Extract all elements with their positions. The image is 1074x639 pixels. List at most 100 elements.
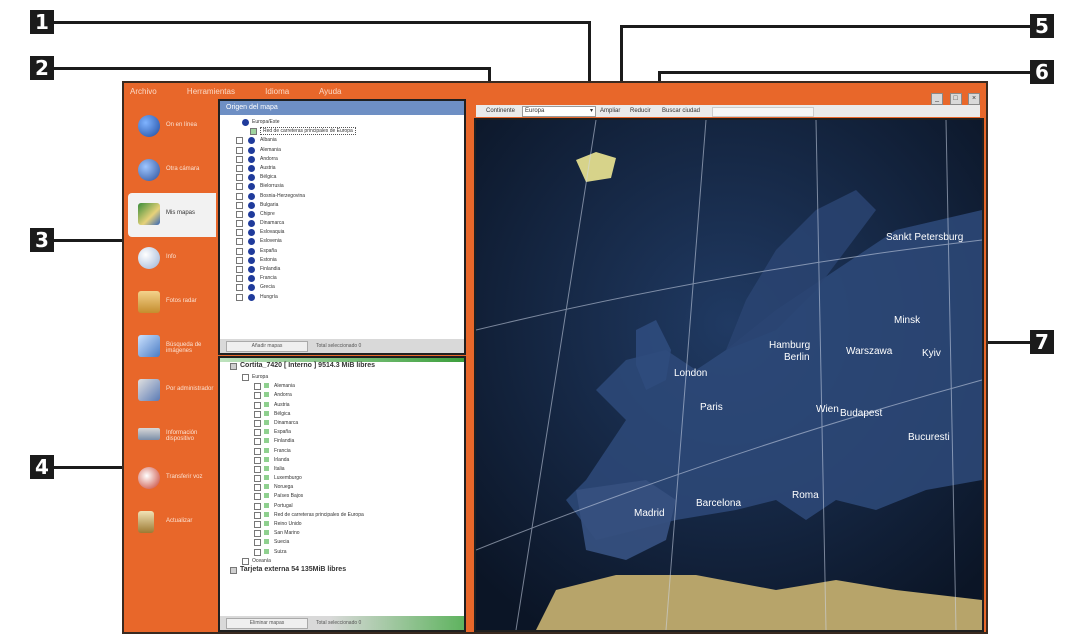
device-other-row[interactable]: Oceanía xyxy=(220,557,464,566)
minimize-button[interactable]: _ xyxy=(931,93,944,105)
checkbox[interactable] xyxy=(236,220,243,228)
checkbox[interactable] xyxy=(236,146,243,154)
list-item[interactable]: Eslovaquia xyxy=(220,228,464,237)
checkbox[interactable] xyxy=(254,484,261,492)
sidebar-item-admin[interactable]: Por administrador xyxy=(128,369,216,413)
list-item[interactable]: Andorra xyxy=(220,155,464,164)
checkbox[interactable] xyxy=(254,502,261,510)
map-view[interactable]: Sankt Petersburg Minsk Warszawa Kyiv Hamburg… xyxy=(474,118,984,632)
checkbox[interactable] xyxy=(254,429,261,437)
add-maps-button[interactable]: Añadir mapas xyxy=(226,341,308,352)
list-item[interactable]: Alemania xyxy=(220,382,464,391)
list-item[interactable]: Bulgaria xyxy=(220,201,464,210)
checkbox[interactable] xyxy=(254,511,261,519)
find-city-button[interactable]: Buscar ciudad xyxy=(662,105,700,117)
zoom-out-button[interactable]: Reducir xyxy=(630,105,651,117)
sidebar-item-camera[interactable]: Otra cámara xyxy=(128,149,216,193)
checkbox[interactable] xyxy=(236,284,243,292)
checkbox[interactable] xyxy=(254,530,261,538)
sidebar-item-device-info[interactable]: Información dispositivo xyxy=(128,413,216,457)
list-item[interactable]: Austria xyxy=(220,164,464,173)
list-item[interactable]: Red de carreteras principales de Europa xyxy=(220,511,464,520)
checkbox[interactable] xyxy=(254,539,261,547)
checkbox[interactable] xyxy=(236,183,243,191)
menu-herramientas[interactable]: Herramientas xyxy=(187,87,235,96)
checkbox[interactable] xyxy=(254,383,261,391)
list-item[interactable]: Finlandia xyxy=(220,265,464,274)
checkbox[interactable] xyxy=(236,266,243,273)
device-group-row[interactable]: Europa xyxy=(220,373,464,382)
list-item[interactable]: Suecia xyxy=(220,538,464,547)
checkbox[interactable] xyxy=(254,447,261,455)
checkbox[interactable] xyxy=(254,456,261,464)
list-item[interactable]: Reino Unido xyxy=(220,520,464,529)
checkbox[interactable] xyxy=(236,256,243,264)
list-item[interactable]: Chipre xyxy=(220,210,464,219)
list-item[interactable]: Portugal xyxy=(220,502,464,511)
list-item[interactable]: Eslovenia xyxy=(220,237,464,246)
checkbox[interactable] xyxy=(254,410,261,418)
device-card-row[interactable]: Tarjeta externa 54 135MiB libres xyxy=(220,566,464,577)
list-item[interactable]: Francia xyxy=(220,447,464,456)
sidebar-item-image-search[interactable]: Búsqueda de imágenes xyxy=(128,325,216,369)
checkbox[interactable] xyxy=(236,210,243,218)
list-item[interactable]: Bielorrusia xyxy=(220,182,464,191)
continent-select[interactable]: Europa xyxy=(522,106,596,117)
checkbox[interactable] xyxy=(254,465,261,473)
checkbox[interactable] xyxy=(254,475,261,483)
list-item[interactable]: Hungría xyxy=(220,293,464,302)
list-item[interactable]: Irlanda xyxy=(220,456,464,465)
menu-ayuda[interactable]: Ayuda xyxy=(319,87,342,96)
sidebar-item-voice[interactable]: Transferir voz xyxy=(128,457,216,501)
checkbox[interactable] xyxy=(254,493,261,501)
checkbox[interactable] xyxy=(254,401,261,409)
checkbox[interactable] xyxy=(254,521,261,528)
checkbox[interactable] xyxy=(254,392,261,400)
list-item[interactable]: Noruega xyxy=(220,483,464,492)
checkbox[interactable] xyxy=(236,137,243,145)
device-drive-row[interactable]: Cortita_7420 [ Interno ] 9514.3 MiB libr… xyxy=(220,362,464,373)
sidebar-item-radar[interactable]: Fotos radar xyxy=(128,281,216,325)
sidebar-item-online[interactable]: On en línea xyxy=(128,105,216,149)
checkbox[interactable] xyxy=(254,548,261,556)
list-item[interactable]: Bélgica xyxy=(220,410,464,419)
list-item[interactable]: Dinamarca xyxy=(220,219,464,228)
tree-root[interactable]: Europa/Este xyxy=(220,118,464,127)
list-item[interactable]: Estonia xyxy=(220,256,464,265)
menu-archivo[interactable]: Archivo xyxy=(130,87,157,96)
checkbox[interactable] xyxy=(242,374,249,381)
menu-idioma[interactable]: Idioma xyxy=(265,87,289,96)
list-item[interactable]: Albania xyxy=(220,136,464,145)
maximize-button[interactable]: □ xyxy=(949,93,962,105)
checkbox[interactable] xyxy=(254,419,261,427)
zoom-in-button[interactable]: Ampliar xyxy=(600,105,620,117)
list-item[interactable]: San Marino xyxy=(220,529,464,538)
list-item[interactable]: Bosnia-Herzegovina xyxy=(220,192,464,201)
chevron-down-icon[interactable]: ▾ xyxy=(590,105,593,117)
close-button[interactable]: × xyxy=(968,93,980,105)
list-item[interactable]: España xyxy=(220,247,464,256)
list-item[interactable]: Países Bajos xyxy=(220,492,464,501)
map-canvas[interactable]: Sankt Petersburg Minsk Warszawa Kyiv Hamburg… xyxy=(476,120,982,630)
checkbox[interactable] xyxy=(236,238,243,246)
list-item[interactable]: Bélgica xyxy=(220,173,464,182)
list-item[interactable]: Andorra xyxy=(220,391,464,400)
list-item[interactable]: Austria xyxy=(220,401,464,410)
checkbox[interactable] xyxy=(236,164,243,172)
list-item[interactable]: Alemania xyxy=(220,146,464,155)
list-item[interactable]: Luxemburgo xyxy=(220,474,464,483)
checkbox[interactable] xyxy=(236,293,243,301)
search-input[interactable] xyxy=(712,107,814,117)
list-item[interactable]: Dinamarca xyxy=(220,419,464,428)
sidebar-item-my-maps[interactable]: Mis mapas xyxy=(128,193,216,237)
checkbox[interactable] xyxy=(236,247,243,255)
list-item[interactable]: España xyxy=(220,428,464,437)
sidebar-item-info[interactable]: Info xyxy=(128,237,216,281)
checkbox[interactable] xyxy=(254,438,261,446)
remove-maps-button[interactable]: Eliminar mapas xyxy=(226,618,308,629)
list-item[interactable]: Suiza xyxy=(220,548,464,557)
list-item[interactable]: Francia xyxy=(220,274,464,283)
checkbox[interactable] xyxy=(236,192,243,200)
sidebar-item-update[interactable]: Actualizar xyxy=(128,501,216,545)
list-item[interactable]: Grecia xyxy=(220,283,464,292)
